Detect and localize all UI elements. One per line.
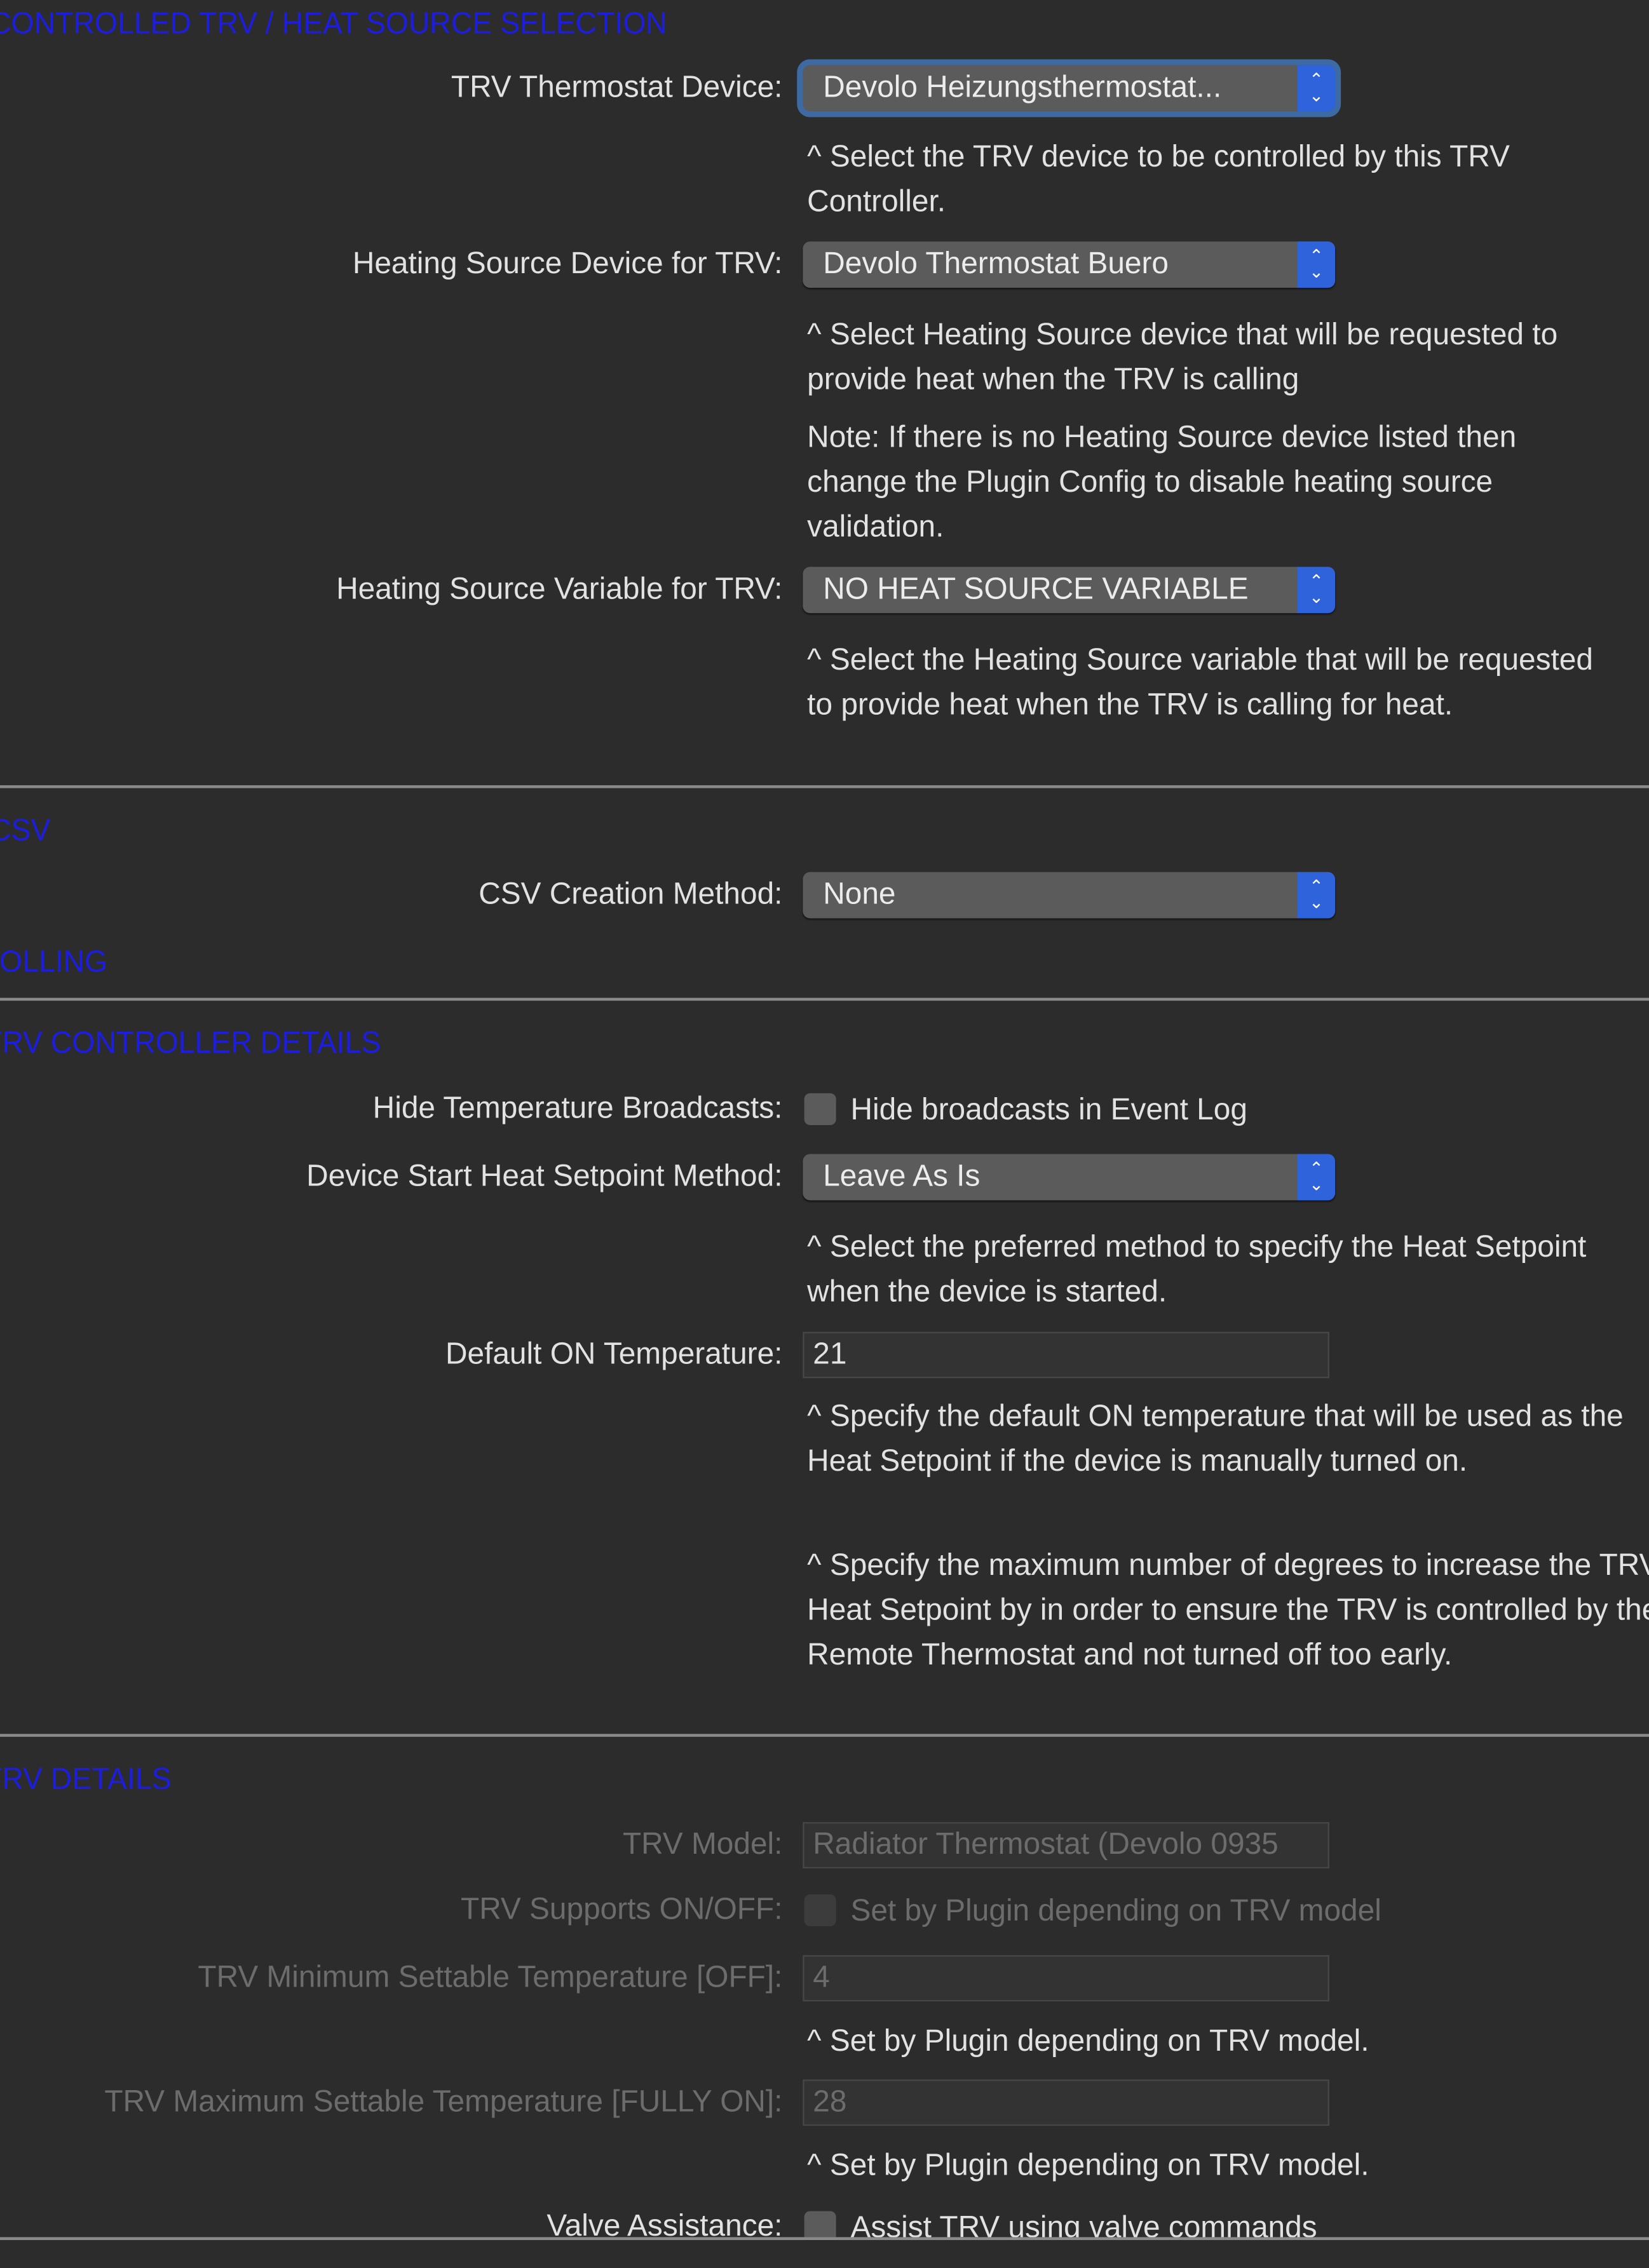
trv-model-input: Radiator Thermostat (Devolo 0935 [803, 1822, 1329, 1868]
max-temp-value: 28 [813, 2085, 847, 2119]
up-down-chevron-icon: ⌃ ⌄ [1297, 567, 1336, 614]
up-down-chevron-icon: ⌃ ⌄ [1297, 872, 1336, 919]
supports-onoff-checkbox-label: Set by Plugin depending on TRV model [850, 1894, 1381, 1928]
section-heading-csv: CSV [0, 814, 51, 847]
heating-device-popup[interactable]: Devolo Thermostat Buero ⌃ ⌄ [803, 241, 1336, 288]
trv-model-label: TRV Model: [622, 1828, 783, 1861]
separator [0, 785, 1649, 788]
default-on-label: Default ON Temperature: [445, 1337, 783, 1371]
section-heading-polling: POLLING [0, 945, 108, 980]
min-temp-input: 4 [803, 1955, 1329, 2002]
csv-method-popup[interactable]: None ⌃ ⌄ [803, 872, 1336, 919]
max-temp-label: TRV Maximum Settable Temperature [FULLY … [104, 2085, 783, 2119]
heating-variable-popup[interactable]: NO HEAT SOURCE VARIABLE ⌃ ⌄ [803, 567, 1336, 614]
default-on-value: 21 [813, 1337, 847, 1371]
supports-onoff-checkbox [804, 1894, 836, 1927]
trv-device-help: ^ Select the TRV device to be controlled… [807, 140, 1510, 219]
default-on-help: ^ Specify the default ON temperature tha… [807, 1400, 1624, 1478]
trv-device-popup[interactable]: Devolo Heizungsthermostat... ⌃ ⌄ [803, 65, 1336, 112]
start-setpoint-help: ^ Select the preferred method to specify… [807, 1231, 1587, 1309]
default-on-input[interactable]: 21 [803, 1332, 1329, 1379]
trv-model-value: Radiator Thermostat (Devolo 0935 [813, 1828, 1279, 1861]
up-down-chevron-icon: ⌃ ⌄ [1297, 241, 1336, 288]
start-setpoint-label: Device Start Heat Setpoint Method: [306, 1159, 783, 1193]
max-temp-input: 28 [803, 2079, 1329, 2126]
hide-broadcasts-label: Hide Temperature Broadcasts: [372, 1091, 783, 1125]
max-increase-help: ^ Specify the maximum number of degrees … [807, 1548, 1649, 1672]
hide-broadcasts-checkbox-label[interactable]: Hide broadcasts in Event Log [850, 1089, 1247, 1132]
trv-device-value: Devolo Heizungsthermostat... [823, 71, 1222, 104]
up-down-chevron-icon: ⌃ ⌄ [1297, 1154, 1336, 1201]
section-heading-trv-selection: CONTROLLED TRV / HEAT SOURCE SELECTION [0, 7, 667, 41]
trv-device-label: TRV Thermostat Device: [451, 71, 783, 104]
heating-device-note: Note: If there is no Heating Source devi… [807, 421, 1517, 544]
heating-device-label: Heating Source Device for TRV: [352, 247, 783, 281]
max-temp-help: ^ Set by Plugin depending on TRV model. [807, 2149, 1369, 2182]
supports-onoff-label: TRV Supports ON/OFF: [461, 1893, 783, 1927]
heating-device-help: ^ Select Heating Source device that will… [807, 318, 1558, 396]
csv-method-value: None [823, 877, 896, 912]
heating-device-value: Devolo Thermostat Buero [823, 247, 1169, 281]
min-temp-label: TRV Minimum Settable Temperature [OFF]: [198, 1961, 783, 1995]
heating-variable-label: Heating Source Variable for TRV: [336, 572, 783, 606]
section-heading-trv-details: TRV DETAILS [0, 1762, 172, 1797]
min-temp-value: 4 [813, 1961, 830, 1995]
config-dialog: CONTROLLED TRV / HEAT SOURCE SELECTION T… [0, 0, 1649, 2268]
hide-broadcasts-checkbox[interactable] [804, 1093, 836, 1125]
separator [0, 997, 1649, 1001]
min-temp-help: ^ Set by Plugin depending on TRV model. [807, 2024, 1369, 2058]
bottom-divider [0, 2237, 1649, 2268]
heating-variable-help: ^ Select the Heating Source variable tha… [807, 643, 1593, 722]
start-setpoint-value: Leave As Is [823, 1159, 981, 1193]
heating-variable-value: NO HEAT SOURCE VARIABLE [823, 572, 1249, 606]
up-down-chevron-icon: ⌃ ⌄ [1297, 65, 1336, 112]
separator [0, 1734, 1649, 1737]
section-heading-controller-details: TRV CONTROLLER DETAILS [0, 1027, 381, 1060]
csv-method-label: CSV Creation Method: [478, 877, 783, 912]
start-setpoint-popup[interactable]: Leave As Is ⌃ ⌄ [803, 1154, 1336, 1201]
